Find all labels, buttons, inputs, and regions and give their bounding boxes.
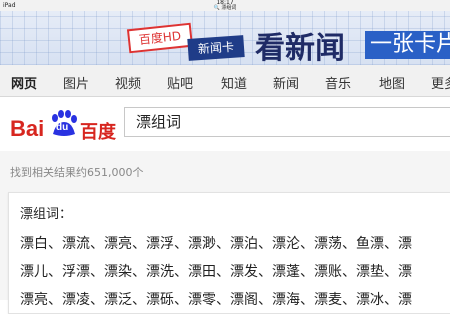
tab-video[interactable]: 视频 [115, 73, 141, 92]
tab-news[interactable]: 新闻 [273, 73, 299, 92]
search-type-tabs: 网页 图片 视频 贴吧 知道 新闻 音乐 地图 更多 [0, 65, 450, 97]
search-header: Bai du 百度 漂组词 [0, 97, 450, 151]
word-list-row: 漂亮、漂凌、漂泛、漂砾、漂零、漂阁、漂海、漂麦、漂冰、漂 [20, 292, 412, 308]
tab-map[interactable]: 地图 [379, 73, 405, 92]
card-title: 漂组词： [20, 207, 73, 222]
word-list-row: 漂白、漂流、漂亮、漂浮、漂渺、漂泊、漂沦、漂荡、鱼漂、漂 [20, 236, 412, 252]
result-card[interactable]: 漂组词： 漂白、漂流、漂亮、漂浮、漂渺、漂泊、漂沦、漂荡、鱼漂、漂 漂儿、浮漂、… [8, 192, 450, 314]
result-count: 找到相关结果约651,000个 [10, 166, 144, 179]
baidu-logo[interactable]: Bai du 百度 [10, 105, 118, 143]
word-list-row: 漂儿、浮漂、漂染、漂洗、漂田、漂发、漂蓬、漂账、漂垫、漂 [20, 264, 412, 280]
banner-headline: 看新闻 [255, 31, 345, 65]
tab-music[interactable]: 音乐 [325, 73, 351, 92]
logo-text-cn: 百度 [80, 122, 116, 143]
logo-text-latin: Bai [10, 116, 45, 141]
tab-tieba[interactable]: 贴吧 [167, 73, 193, 92]
search-input[interactable]: 漂组词 [124, 107, 450, 137]
news-card-badge: 新闻卡 [187, 35, 245, 61]
logo-text-paw: du [56, 122, 69, 133]
status-bar: iPad 18:17 🔍 漂组词 [0, 0, 450, 11]
tab-zhidao[interactable]: 知道 [221, 73, 247, 92]
tab-more[interactable]: 更多 [431, 73, 450, 92]
banner-slogan: 一张卡片 [365, 31, 450, 59]
tab-images[interactable]: 图片 [63, 73, 89, 92]
promo-banner[interactable]: 百度HD 新闻卡 看新闻 一张卡片 [0, 11, 450, 65]
tab-web[interactable]: 网页 [11, 73, 37, 92]
